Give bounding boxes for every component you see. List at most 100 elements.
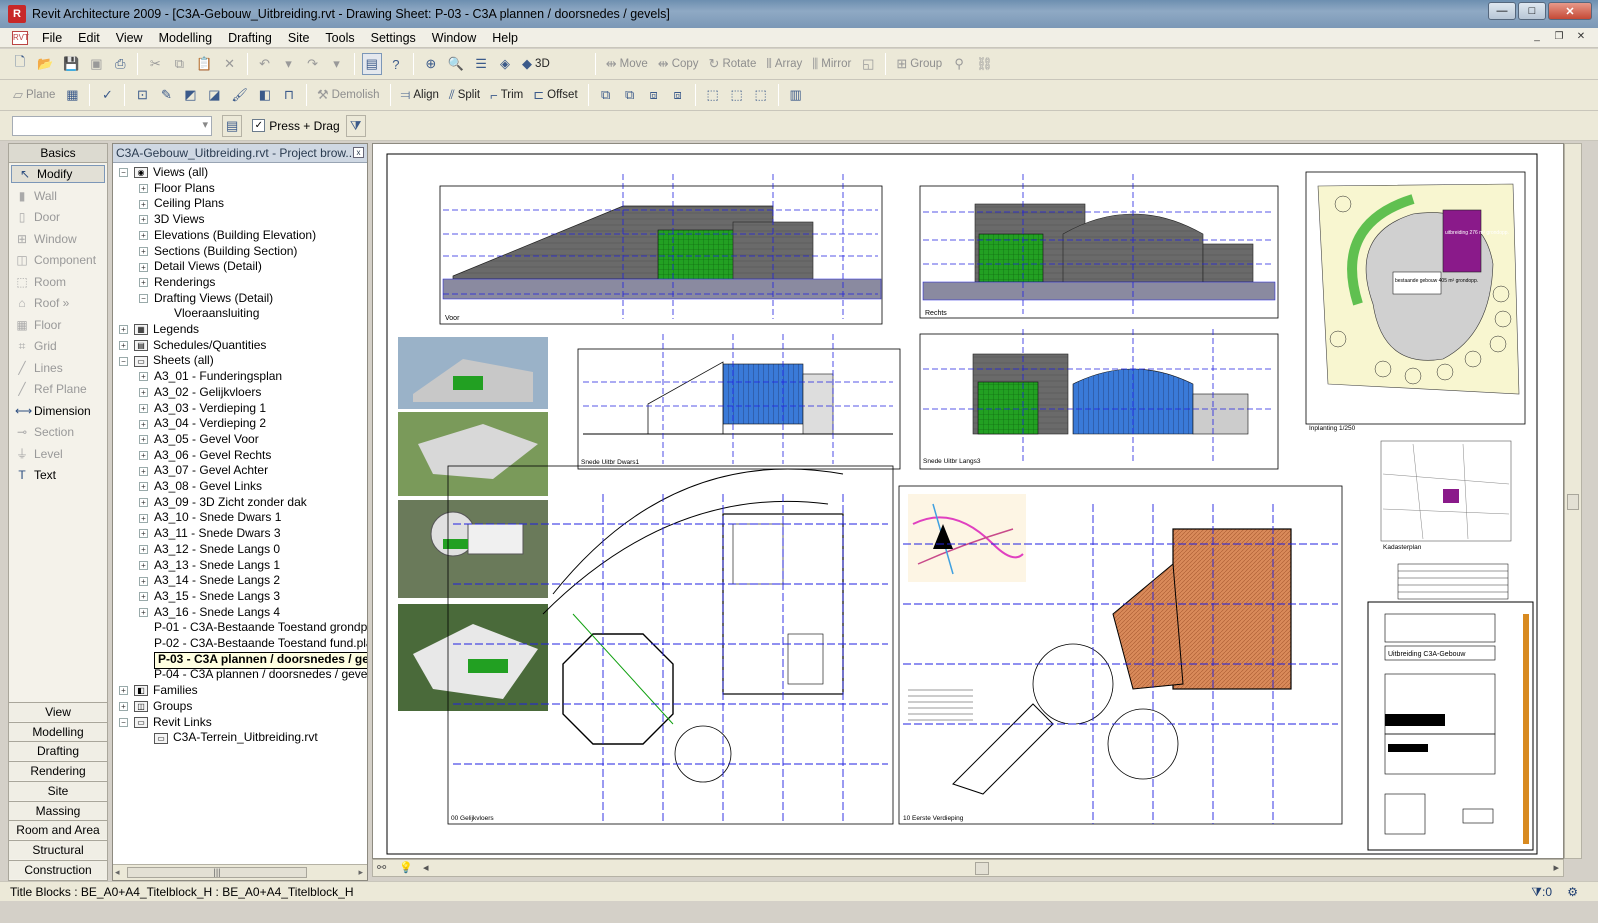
tree-node[interactable]: + Renderings: [139, 275, 215, 291]
properties-button[interactable]: ▤: [361, 53, 382, 75]
design-bar-header[interactable]: Basics: [9, 144, 107, 163]
expand-icon[interactable]: +: [139, 372, 148, 382]
cut-geometry-button[interactable]: ◩: [180, 84, 200, 106]
design-bar-item-grid[interactable]: ⌗ Grid: [9, 336, 107, 358]
menu-settings[interactable]: Settings: [363, 31, 424, 45]
eyedropper-button[interactable]: ✎: [156, 84, 176, 106]
doc-close-button[interactable]: ✕: [1572, 30, 1590, 44]
tree-node[interactable]: + A3_02 - Gelijkvloers: [139, 385, 261, 401]
tree-node[interactable]: + A3_13 - Snede Langs 1: [139, 558, 280, 574]
tree-node[interactable]: + Detail Views (Detail): [139, 259, 262, 275]
design-bar-item-ref-plane[interactable]: ╱ Ref Plane: [9, 379, 107, 401]
canvas-hscroll-thumb[interactable]: [975, 862, 989, 875]
group-button[interactable]: ⊞ Group: [893, 53, 945, 75]
menu-tools[interactable]: Tools: [317, 31, 362, 45]
copy-monitor-button[interactable]: ⧉: [596, 84, 616, 106]
browser-scroll-thumb[interactable]: |||: [127, 867, 307, 878]
redo-dropdown[interactable]: ▾: [327, 53, 347, 75]
tree-node[interactable]: − ▭ Sheets (all): [119, 353, 214, 369]
design-bar-tab-room-and-area[interactable]: Room and Area: [9, 820, 107, 840]
review-button[interactable]: ⧈: [644, 84, 664, 106]
default-3d-button[interactable]: ◈: [495, 53, 515, 75]
canvas-hscrollbar[interactable]: ⚯ 💡 ◂ ▸: [372, 859, 1564, 877]
tree-node[interactable]: + A3_06 - Gevel Rechts: [139, 448, 271, 464]
split-button[interactable]: ⫽ Split: [446, 84, 483, 106]
undo-dropdown[interactable]: ▾: [279, 53, 299, 75]
tree-node[interactable]: + A3_12 - Snede Langs 0: [139, 542, 280, 558]
tree-node[interactable]: + ▤ Schedules/Quantities: [119, 338, 266, 354]
new-button[interactable]: 🗋: [10, 53, 30, 75]
menu-window[interactable]: Window: [424, 31, 484, 45]
tree-node[interactable]: + A3_01 - Funderingsplan: [139, 369, 282, 385]
scroll-right-icon[interactable]: ▸: [1553, 861, 1559, 874]
expand-icon[interactable]: +: [139, 513, 148, 523]
array-button[interactable]: ⫴ Array: [763, 53, 805, 75]
collapse-icon[interactable]: −: [119, 168, 128, 178]
expand-icon[interactable]: +: [139, 576, 148, 586]
design-bar-item-floor[interactable]: ▦ Floor: [9, 314, 107, 336]
tree-node[interactable]: Vloeraansluiting: [159, 306, 259, 322]
collapse-icon[interactable]: −: [119, 356, 128, 366]
tree-node[interactable]: + ◫ Groups: [119, 699, 192, 715]
paint-button[interactable]: 🖌: [228, 84, 251, 106]
walkthrough-icon[interactable]: ⚯: [377, 861, 386, 874]
design-bar-item-text[interactable]: T Text: [9, 465, 107, 487]
expand-icon[interactable]: +: [139, 231, 148, 241]
document-icon[interactable]: RVT: [12, 30, 29, 45]
design-bar-tab-structural[interactable]: Structural: [9, 839, 107, 859]
doc-restore-button[interactable]: ❐: [1550, 30, 1568, 44]
maximize-button[interactable]: □: [1518, 2, 1546, 20]
tree-node[interactable]: + A3_08 - Gevel Links: [139, 479, 262, 495]
rotate-button[interactable]: ↻ Rotate: [706, 53, 760, 75]
work-plane-button[interactable]: ▱ Plane: [10, 84, 58, 106]
design-bar-tab-site[interactable]: Site: [9, 780, 107, 800]
tree-node[interactable]: − ◉ Views (all): [119, 165, 208, 181]
wall-joins-button[interactable]: ⊓: [279, 84, 299, 106]
dynamic-view-button[interactable]: ⊕: [421, 53, 441, 75]
join-geometry-button[interactable]: ◪: [204, 84, 224, 106]
expand-icon[interactable]: +: [139, 403, 148, 413]
open-button[interactable]: 📂: [34, 53, 56, 75]
mirror-button[interactable]: ⫼ Mirror: [809, 53, 854, 75]
copy-button[interactable]: ⇹ Copy: [655, 53, 702, 75]
tree-node[interactable]: + Floor Plans: [139, 181, 215, 197]
scroll-right-icon[interactable]: ▸: [358, 867, 363, 878]
press-drag-checkbox[interactable]: ✓: [252, 119, 266, 132]
type-selector[interactable]: [12, 115, 212, 136]
press-drag-option[interactable]: ✓ Press + Drag: [252, 119, 340, 133]
filter-selection-button[interactable]: ⧩: [345, 114, 366, 137]
menu-drafting[interactable]: Drafting: [220, 31, 280, 45]
expand-icon[interactable]: +: [139, 545, 148, 555]
title-block[interactable]: Uitbreiding C3A-Gebouw: [1367, 601, 1534, 851]
trim-button[interactable]: ⌐ Trim: [487, 84, 526, 106]
rendering-button[interactable]: ⬚: [703, 84, 723, 106]
collapse-icon[interactable]: −: [119, 717, 128, 727]
expand-icon[interactable]: +: [139, 419, 148, 429]
close-icon[interactable]: x: [353, 147, 364, 158]
tree-node[interactable]: + Elevations (Building Elevation): [139, 228, 316, 244]
expand-icon[interactable]: +: [139, 529, 148, 539]
tree-node[interactable]: + Ceiling Plans: [139, 196, 224, 212]
drawing-area[interactable]: Voor Rechts bestaande gebouw 405 m² gron…: [372, 143, 1564, 859]
drawing-sheet[interactable]: Voor Rechts bestaande gebouw 405 m² gron…: [373, 144, 1564, 859]
cut-button[interactable]: ✂: [145, 53, 165, 75]
expand-icon[interactable]: +: [139, 184, 148, 194]
save-button[interactable]: 💾: [60, 53, 82, 75]
expand-icon[interactable]: +: [139, 262, 148, 272]
tree-node[interactable]: + A3_15 - Snede Langs 3: [139, 589, 280, 605]
design-bar-item-component[interactable]: ◫ Component: [9, 250, 107, 272]
design-bar-tab-drafting[interactable]: Drafting: [9, 741, 107, 761]
sun-button[interactable]: ⬚: [727, 84, 747, 106]
expand-icon[interactable]: +: [139, 560, 148, 570]
tree-node[interactable]: + A3_10 - Snede Dwars 1: [139, 510, 281, 526]
doc-minimize-button[interactable]: _: [1528, 30, 1546, 44]
design-bar-tab-construction[interactable]: Construction: [9, 859, 107, 879]
whats-this-button[interactable]: ?: [386, 53, 406, 75]
expand-icon[interactable]: +: [119, 325, 128, 335]
close-button[interactable]: ✕: [1548, 2, 1592, 20]
menu-view[interactable]: View: [108, 31, 151, 45]
expand-icon[interactable]: +: [139, 278, 148, 288]
canvas-vscroll-thumb[interactable]: [1567, 494, 1579, 510]
section-langs[interactable]: Snede Uitbr Langs3: [919, 329, 1279, 470]
three-d-view-button[interactable]: ◆ 3D: [519, 53, 553, 75]
